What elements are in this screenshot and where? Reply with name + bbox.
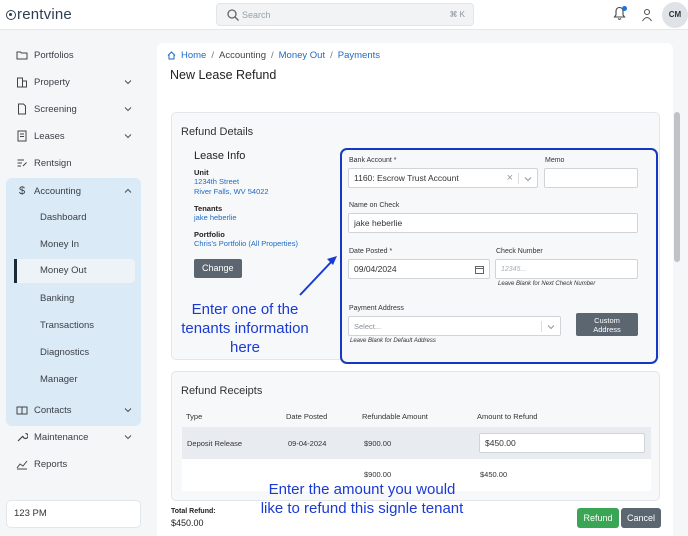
notification-dot xyxy=(622,6,627,11)
chevron-down-icon xyxy=(124,408,132,413)
annotation-amount-note: Enter the amount you would like to refun… xyxy=(260,481,464,517)
chevron-down-icon xyxy=(124,107,132,112)
col-date-posted: Date Posted xyxy=(286,412,328,421)
scrollbar[interactable] xyxy=(674,112,680,262)
search-box[interactable]: Search ⌘ K xyxy=(216,3,474,26)
sidebar-item-contacts[interactable]: Contacts xyxy=(8,398,140,422)
total-refund-label: Total Refund: xyxy=(171,508,216,515)
sidebar-sub-diagnostics[interactable]: Diagnostics xyxy=(14,341,135,365)
wrench-icon xyxy=(17,432,28,442)
sidebar-item-leases[interactable]: Leases xyxy=(8,124,140,148)
clock-widget: 123 PM xyxy=(6,500,141,528)
chevron-down-icon xyxy=(124,435,132,440)
sidebar-sub-manager[interactable]: Manager xyxy=(14,368,135,392)
refund-button[interactable]: Refund xyxy=(577,508,619,528)
sidebar-sub-dashboard[interactable]: Dashboard xyxy=(14,206,135,230)
cancel-button[interactable]: Cancel xyxy=(621,508,661,528)
search-placeholder: Search xyxy=(242,10,271,20)
chevron-down-icon xyxy=(124,80,132,85)
search-shortcut: ⌘ K xyxy=(449,10,465,19)
total-refund-value: $450.00 xyxy=(171,518,204,528)
sidebar-sub-money-out[interactable]: Money Out xyxy=(14,259,135,283)
logo-mark-icon xyxy=(6,10,16,20)
logo-text: rentvine xyxy=(17,6,72,23)
document-icon xyxy=(18,103,26,115)
sidebar-item-rentsign[interactable]: Rentsign xyxy=(8,151,140,175)
sidebar-item-screening[interactable]: Screening xyxy=(8,97,140,121)
user-avatar[interactable]: CM xyxy=(662,2,688,28)
search-icon xyxy=(227,9,239,21)
sidebar-item-property[interactable]: Property xyxy=(8,70,140,94)
col-refundable-amount: Refundable Amount xyxy=(362,412,428,421)
sidebar-sub-money-in[interactable]: Money In xyxy=(14,233,135,257)
sidebar-item-accounting[interactable]: $ Accounting xyxy=(8,179,140,203)
refund-receipts-title: Refund Receipts xyxy=(181,385,263,397)
sidebar-sub-transactions[interactable]: Transactions xyxy=(14,314,135,338)
contacts-icon xyxy=(16,406,28,415)
table-row: Deposit Release 09-04-2024 $900.00 $450.… xyxy=(182,427,651,459)
notifications-bell-icon[interactable] xyxy=(613,6,627,22)
amount-to-refund-input[interactable]: $450.00 xyxy=(479,433,645,453)
person-icon[interactable] xyxy=(641,8,653,22)
sidebar-sub-banking[interactable]: Banking xyxy=(14,287,135,311)
col-amount-to-refund: Amount to Refund xyxy=(477,412,538,421)
sidebar-item-maintenance[interactable]: Maintenance xyxy=(8,425,140,449)
sidebar-item-portfolios[interactable]: Portfolios xyxy=(8,43,140,67)
rentvine-logo[interactable]: rentvine xyxy=(6,6,72,23)
annotation-tenant-note: Enter one of the tenants information her… xyxy=(181,301,309,356)
chart-icon xyxy=(16,460,28,470)
chevron-up-icon xyxy=(124,188,132,193)
sidebar: Portfolios Property Screening Leases Ren… xyxy=(0,31,152,536)
sidebar-item-reports[interactable]: Reports xyxy=(8,452,140,476)
main-content: Home / Accounting / Money Out / Payments… xyxy=(157,43,673,536)
top-bar: rentvine Search ⌘ K CM xyxy=(0,0,688,30)
folder-icon xyxy=(16,51,28,60)
chevron-down-icon xyxy=(124,134,132,139)
building-icon xyxy=(17,77,27,88)
dollar-icon: $ xyxy=(18,185,26,197)
lease-icon xyxy=(17,130,27,142)
signature-icon xyxy=(17,159,27,167)
col-type: Type xyxy=(186,412,203,421)
